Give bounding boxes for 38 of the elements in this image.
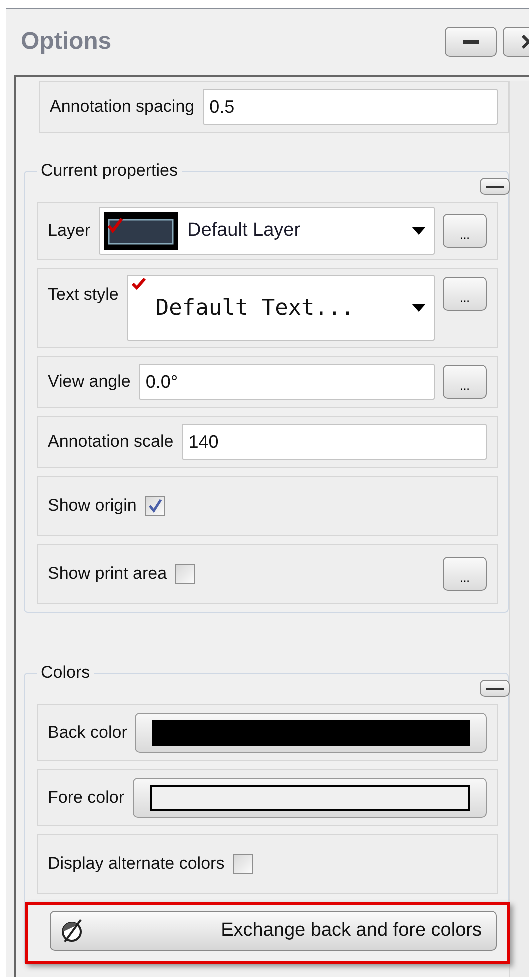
more-button[interactable]: ... (443, 365, 487, 399)
minimize-button[interactable] (445, 27, 497, 57)
checkbox-label: Display alternate colors (48, 854, 225, 874)
dropdown-arrow-icon (412, 227, 426, 235)
field-label: Back color (48, 722, 128, 742)
dropdown-arrow-icon (412, 304, 426, 312)
collapse-button[interactable] (480, 178, 510, 195)
field-label: Annotation spacing (50, 97, 195, 117)
layer-swatch-icon (104, 212, 178, 250)
checkmark-icon (132, 278, 146, 290)
text-style-dropdown[interactable]: Default Text... (126, 275, 435, 341)
color-picker-button[interactable] (132, 778, 487, 818)
minimize-icon (463, 40, 479, 44)
minus-icon (486, 186, 504, 188)
checkbox-label: Show origin (48, 496, 137, 516)
more-button[interactable]: ... (443, 557, 487, 591)
field-label: Annotation scale (48, 432, 174, 452)
field-label: Fore color (48, 788, 125, 808)
input-field[interactable]: 140 (182, 424, 487, 460)
field-label: Text style (48, 284, 119, 305)
color-picker-button[interactable] (135, 712, 487, 752)
field-label: Layer (48, 221, 91, 241)
minus-icon (486, 688, 504, 690)
layer-dropdown[interactable]: Default Layer (98, 207, 435, 255)
exchange-colors-button[interactable]: Exchange back and fore colors (50, 911, 497, 951)
checkbox[interactable] (232, 854, 253, 874)
collapse-button[interactable] (480, 680, 510, 697)
input-field[interactable]: 0.5 (202, 89, 498, 125)
circle-slash-icon (61, 918, 85, 944)
checkbox-label: Show print area (48, 564, 168, 584)
more-button[interactable]: ... (443, 277, 487, 311)
checkbox[interactable] (175, 564, 196, 584)
panel-title: Options (21, 28, 113, 56)
checkbox[interactable] (144, 496, 165, 516)
input-field[interactable]: 0.0° (138, 364, 435, 400)
more-button[interactable]: ... (443, 214, 487, 248)
field-label: View angle (48, 372, 131, 392)
group-title: Current properties (37, 161, 182, 181)
